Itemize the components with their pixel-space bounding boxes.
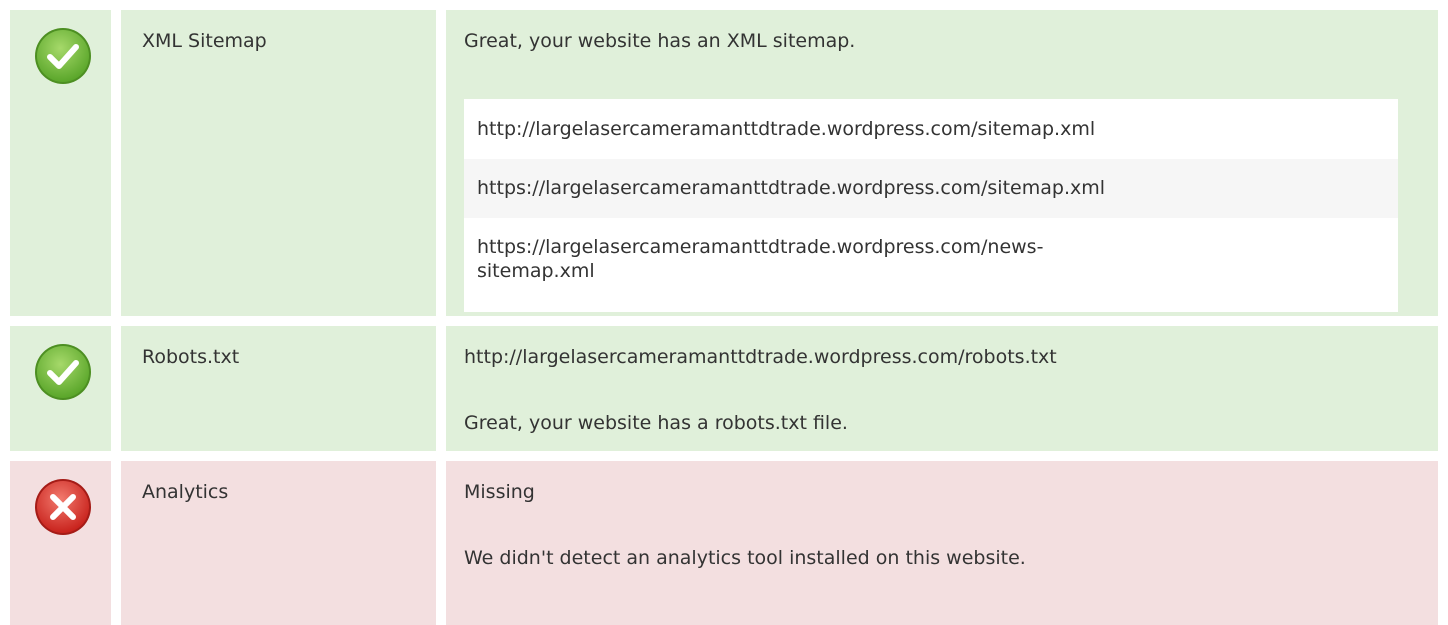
- detail-cell: Great, your website has an XML sitemap. …: [446, 10, 1438, 316]
- check-label: Robots.txt: [142, 346, 240, 368]
- row-robots-txt: Robots.txt http://largelasercameramanttd…: [0, 326, 1448, 451]
- check-message: Great, your website has a robots.txt fil…: [464, 412, 848, 434]
- seo-report: XML Sitemap Great, your website has an X…: [0, 0, 1448, 625]
- row-analytics: Analytics Missing We didn't detect an an…: [0, 461, 1448, 625]
- check-circle-icon: [35, 28, 91, 84]
- check-label: Analytics: [142, 481, 229, 503]
- check-message: Great, your website has an XML sitemap.: [464, 30, 856, 52]
- sitemap-url-list: http://largelasercameramanttdtrade.wordp…: [464, 99, 1398, 312]
- status-cell: [10, 10, 111, 316]
- sitemap-url: https://largelasercameramanttdtrade.word…: [464, 218, 1398, 312]
- check-message: We didn't detect an analytics tool insta…: [464, 547, 1026, 569]
- sitemap-url: http://largelasercameramanttdtrade.wordp…: [464, 99, 1398, 159]
- detail-cell: Missing We didn't detect an analytics to…: [446, 461, 1438, 625]
- sitemap-url: https://largelasercameramanttdtrade.word…: [464, 159, 1398, 218]
- check-circle-icon: [35, 344, 91, 400]
- name-cell: Analytics: [121, 461, 436, 625]
- status-cell: [10, 326, 111, 451]
- status-cell: [10, 461, 111, 625]
- name-cell: XML Sitemap: [121, 10, 436, 316]
- check-label: XML Sitemap: [142, 30, 267, 52]
- check-value: Missing: [464, 481, 535, 503]
- name-cell: Robots.txt: [121, 326, 436, 451]
- sitemap-url-text: https://largelasercameramanttdtrade.word…: [477, 236, 1044, 282]
- robots-url: http://largelasercameramanttdtrade.wordp…: [464, 346, 1057, 368]
- detail-cell: http://largelasercameramanttdtrade.wordp…: [446, 326, 1438, 451]
- error-circle-icon: [35, 479, 91, 535]
- row-xml-sitemap: XML Sitemap Great, your website has an X…: [0, 10, 1448, 316]
